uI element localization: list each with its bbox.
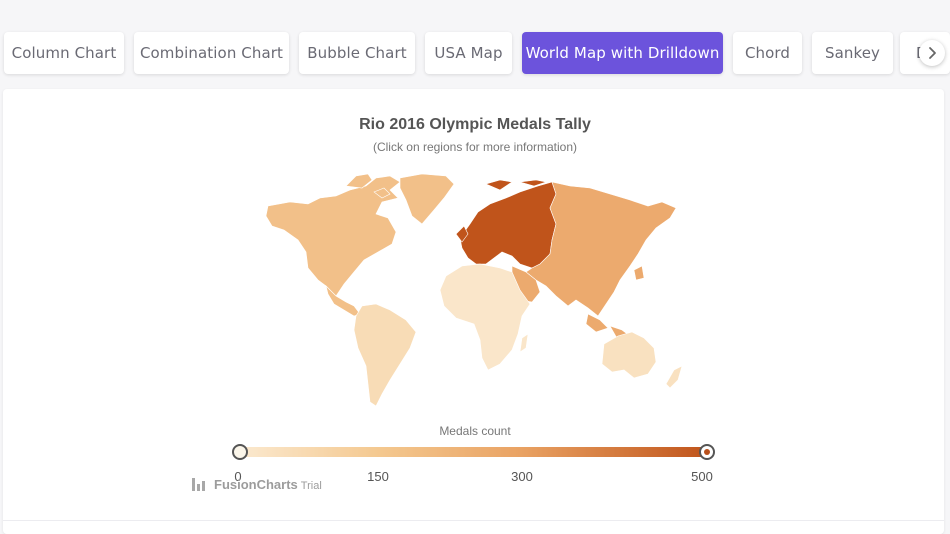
chart-type-tab-bar: Column Chart Combination Chart Bubble Ch… bbox=[0, 0, 950, 90]
tab-column-chart[interactable]: Column Chart bbox=[4, 32, 124, 74]
world-map bbox=[265, 173, 683, 407]
tab-usa-map[interactable]: USA Map bbox=[425, 32, 512, 74]
legend-caption: Medals count bbox=[439, 424, 511, 438]
bar-chart-logo-icon bbox=[192, 478, 205, 491]
legend-min-slider-handle[interactable] bbox=[232, 444, 248, 460]
legend-tick-label: 300 bbox=[511, 469, 533, 484]
region-south-america[interactable] bbox=[353, 303, 417, 407]
region-greenland[interactable] bbox=[399, 173, 455, 225]
tab-chord[interactable]: Chord bbox=[733, 32, 802, 74]
scroll-right-button[interactable] bbox=[919, 40, 945, 66]
watermark-suffix: Trial bbox=[300, 480, 322, 492]
chevron-right-icon bbox=[929, 47, 936, 59]
chart-title: Rio 2016 Olympic Medals Tally bbox=[359, 116, 591, 133]
region-europe[interactable] bbox=[459, 181, 557, 269]
tab-bubble-chart[interactable]: Bubble Chart bbox=[299, 32, 415, 74]
legend-tick-label: 150 bbox=[367, 469, 389, 484]
region-australia[interactable] bbox=[601, 331, 657, 379]
watermark-brand: FusionCharts bbox=[214, 477, 298, 492]
region-madagascar[interactable] bbox=[519, 333, 529, 353]
chart-subtitle: (Click on regions for more information) bbox=[372, 140, 578, 154]
region-new-zealand[interactable] bbox=[665, 365, 683, 389]
legend-max-slider-handle[interactable] bbox=[699, 444, 715, 460]
panel-divider bbox=[3, 520, 944, 521]
legend-tick-label: 500 bbox=[691, 469, 713, 484]
tab-combination-chart[interactable]: Combination Chart bbox=[134, 32, 289, 74]
legend-gradient-bar bbox=[240, 447, 708, 457]
tab-sankey[interactable]: Sankey bbox=[812, 32, 893, 74]
tab-world-map-drilldown[interactable]: World Map with Drilldown bbox=[522, 32, 723, 74]
